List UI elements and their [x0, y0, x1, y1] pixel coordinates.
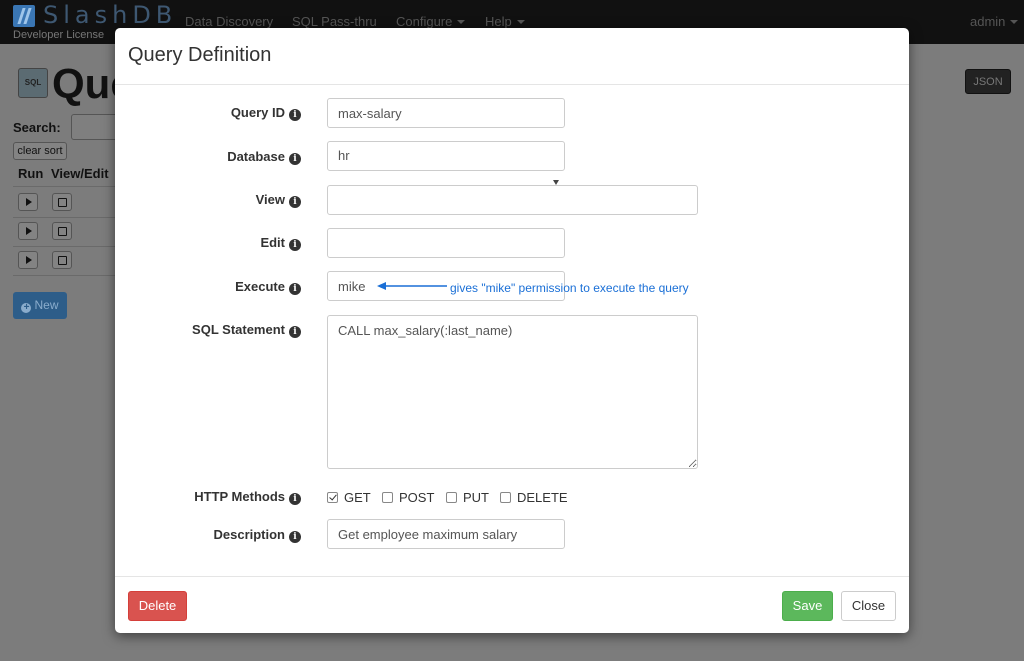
sql-statement-label-text: SQL Statement	[192, 322, 285, 337]
checkbox-icon[interactable]	[500, 492, 511, 503]
database-label-text: Database	[227, 149, 285, 164]
row-divider	[13, 246, 123, 247]
save-button[interactable]: Save	[782, 591, 833, 621]
nav-help[interactable]: Help	[485, 14, 525, 29]
query-id-label-text: Query ID	[230, 105, 285, 120]
nav-configure-label: Configure	[396, 14, 453, 29]
info-icon[interactable]: i	[289, 109, 301, 121]
new-query-button[interactable]: + New	[13, 292, 67, 319]
new-button-label: New	[34, 298, 59, 312]
view-edit-button[interactable]	[52, 193, 72, 211]
run-button[interactable]	[18, 193, 38, 211]
method-put-label: PUT	[463, 490, 489, 505]
slashdb-logo-icon	[13, 5, 35, 27]
method-post-label: POST	[399, 490, 435, 505]
close-button[interactable]: Close	[841, 591, 896, 621]
edit-input[interactable]	[327, 228, 565, 258]
view-edit-button[interactable]	[52, 222, 72, 240]
annotation-arrow-icon	[377, 282, 447, 290]
view-label: View i	[256, 192, 301, 208]
query-definition-modal: Query Definition Query IDi Databasei hr …	[115, 28, 909, 633]
nav-configure[interactable]: Configure	[396, 14, 465, 29]
info-icon[interactable]: i	[289, 531, 301, 543]
description-label: Description i	[213, 527, 301, 543]
modal-title: Query Definition	[128, 44, 272, 66]
execute-label: Execute i	[235, 279, 301, 295]
view-input[interactable]	[327, 185, 698, 215]
database-selected-value: hr	[338, 148, 350, 163]
json-button[interactable]: JSON	[965, 69, 1011, 94]
nav-data-discovery[interactable]: Data Discovery	[185, 14, 273, 29]
execute-annotation: gives "mike" permission to execute the q…	[450, 281, 689, 295]
method-post-checkbox[interactable]: POST	[382, 490, 434, 505]
row-divider	[13, 275, 123, 276]
edit-label: Edit i	[260, 235, 301, 251]
description-label-text: Description	[213, 527, 285, 542]
modal-header: Query Definition	[115, 28, 909, 85]
user-menu[interactable]: admin	[970, 14, 1018, 29]
query-id-input[interactable]	[327, 98, 565, 128]
nav-sql-pass-thru[interactable]: SQL Pass-thru	[292, 14, 377, 29]
info-icon[interactable]: i	[289, 239, 301, 251]
http-methods-label-text: HTTP Methods	[194, 489, 285, 504]
user-menu-label: admin	[970, 14, 1006, 29]
description-input[interactable]	[327, 519, 565, 549]
search-label: Search:	[13, 120, 61, 135]
method-delete-checkbox[interactable]: DELETE	[500, 490, 568, 505]
database-label: Database i	[227, 149, 301, 165]
sql-icon: SQL	[18, 68, 48, 98]
license-label: Developer License	[13, 29, 105, 41]
sql-statement-label: SQL Statement i	[192, 322, 301, 338]
method-put-checkbox[interactable]: PUT	[446, 490, 489, 505]
row-divider	[13, 186, 123, 187]
run-button[interactable]	[18, 222, 38, 240]
view-label-text: View	[255, 192, 285, 207]
nav-help-label: Help	[485, 14, 512, 29]
clear-sort-button[interactable]: clear sort	[13, 142, 67, 160]
info-icon[interactable]: i	[289, 493, 301, 505]
info-icon[interactable]: i	[289, 153, 301, 165]
edit-label-text: Edit	[260, 235, 285, 250]
brand-name: SlashDB	[43, 1, 178, 29]
sql-statement-textarea[interactable]: CALL max_salary(:last_name)	[327, 315, 698, 469]
method-delete-label: DELETE	[517, 490, 568, 505]
checkbox-checked-icon[interactable]	[327, 492, 338, 503]
view-edit-button[interactable]	[52, 251, 72, 269]
info-icon[interactable]: i	[289, 326, 301, 338]
plus-circle-icon: +	[21, 303, 32, 313]
method-get-checkbox[interactable]: GET	[327, 490, 371, 505]
checkbox-icon[interactable]	[446, 492, 457, 503]
database-select[interactable]: hr	[327, 141, 565, 171]
method-get-label: GET	[344, 490, 371, 505]
row-divider	[13, 217, 123, 218]
http-methods-label: HTTP Methods i	[194, 489, 301, 505]
checkbox-icon[interactable]	[382, 492, 393, 503]
run-button[interactable]	[18, 251, 38, 269]
query-id-label: Query ID i	[231, 105, 301, 121]
column-header-view-edit[interactable]: View/Edit	[51, 166, 109, 181]
execute-label-text: Execute	[235, 279, 285, 294]
info-icon[interactable]: i	[289, 283, 301, 295]
info-icon[interactable]: i	[289, 196, 301, 208]
delete-button[interactable]: Delete	[128, 591, 187, 621]
modal-footer: Delete Save Close	[115, 576, 909, 633]
column-header-run[interactable]: Run	[18, 166, 43, 181]
